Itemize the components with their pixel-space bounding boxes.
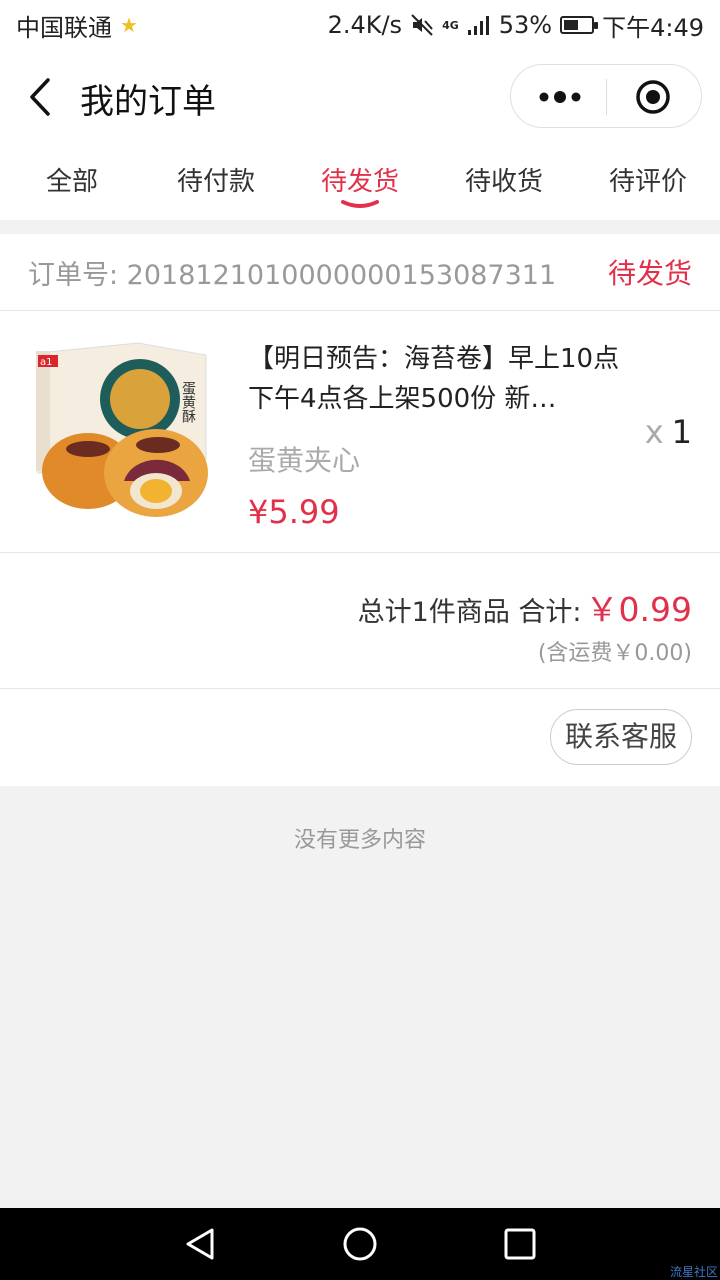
brand-logo-text: a1: [40, 357, 53, 368]
tab-pending-shipment[interactable]: 待发货: [288, 144, 432, 220]
battery-icon: [560, 16, 599, 34]
product-quantity: x1: [645, 413, 692, 451]
order-actions: 联系客服: [0, 689, 720, 785]
star-icon: ★: [120, 13, 138, 37]
status-bar: 中国联通 ★ 2.4K/s 4G 53% 下午4:49: [0, 0, 720, 50]
battery-percent: 53%: [498, 11, 553, 39]
quantity-prefix: x: [644, 413, 664, 451]
product-item[interactable]: a1 蛋黄酥 【明日预告：海苔卷】早上10点下午4点各上架500份 新… 蛋黄夹…: [0, 311, 720, 553]
target-icon: [636, 80, 670, 114]
chevron-left-icon: [30, 78, 50, 116]
page-title: 我的订单: [80, 82, 216, 122]
tab-label: 全部: [45, 167, 98, 197]
mute-icon: [411, 14, 433, 36]
more-button[interactable]: [535, 85, 585, 109]
no-more-content: 没有更多内容: [293, 828, 426, 853]
back-triangle-icon[interactable]: [182, 1226, 218, 1262]
product-spec: 蛋黄夹心: [248, 444, 361, 477]
quantity-value: 1: [671, 413, 692, 451]
tab-label: 待发货: [320, 167, 399, 197]
signal-icon: [467, 16, 489, 35]
active-tab-indicator: [341, 200, 379, 208]
network-type: 4G: [442, 18, 459, 32]
total-amount: ￥0.99: [585, 590, 692, 629]
recents-square-icon[interactable]: [502, 1226, 538, 1262]
clock: 下午4:49: [602, 13, 704, 42]
home-circle-icon[interactable]: [341, 1226, 379, 1262]
system-nav-bar: 流星社区: [0, 1208, 720, 1280]
product-image: a1 蛋黄酥: [36, 342, 208, 517]
tab-pending-review[interactable]: 待评价: [576, 144, 720, 220]
order-status: 待发货: [607, 257, 692, 290]
mini-program-capsule: [510, 64, 702, 128]
back-button[interactable]: [24, 76, 60, 118]
total-label: 总计1件商品 合计:: [357, 597, 582, 628]
order-summary: 总计1件商品 合计: ￥0.99 (含运费￥0.00): [0, 553, 720, 689]
tab-label: 待收货: [464, 167, 543, 197]
carrier-name: 中国联通: [16, 13, 112, 42]
tab-all[interactable]: 全部: [0, 144, 144, 220]
nav-bar: 我的订单: [0, 50, 720, 144]
total-line: 总计1件商品 合计: ￥0.99: [358, 583, 692, 631]
more-dots-icon: [539, 91, 581, 103]
product-title: 【明日预告：海苔卷】早上10点下午4点各上架500份 新…: [248, 344, 620, 414]
network-speed: 2.4K/s: [327, 11, 403, 39]
shipping-fee: (含运费￥0.00): [537, 641, 692, 666]
order-header: 订单号: 2018121010000000153087311 待发货: [0, 234, 720, 311]
product-box-name: 蛋黄酥: [180, 381, 196, 423]
tab-label: 待付款: [176, 167, 255, 197]
contact-service-button[interactable]: 联系客服: [549, 709, 692, 765]
tab-pending-receipt[interactable]: 待收货: [432, 144, 576, 220]
tab-pending-payment[interactable]: 待付款: [144, 144, 288, 220]
order-tabs: 全部 待付款 待发货 待收货 待评价: [0, 144, 720, 220]
product-price: ¥5.99: [248, 493, 340, 531]
capsule-divider: [606, 79, 607, 115]
order-card: 订单号: 2018121010000000153087311 待发货 a1 蛋黄…: [0, 234, 720, 786]
close-mini-program-button[interactable]: [635, 79, 671, 115]
watermark: 流星社区: [669, 1265, 718, 1279]
tab-label: 待评价: [608, 167, 687, 197]
order-number: 订单号: 2018121010000000153087311: [28, 259, 557, 291]
